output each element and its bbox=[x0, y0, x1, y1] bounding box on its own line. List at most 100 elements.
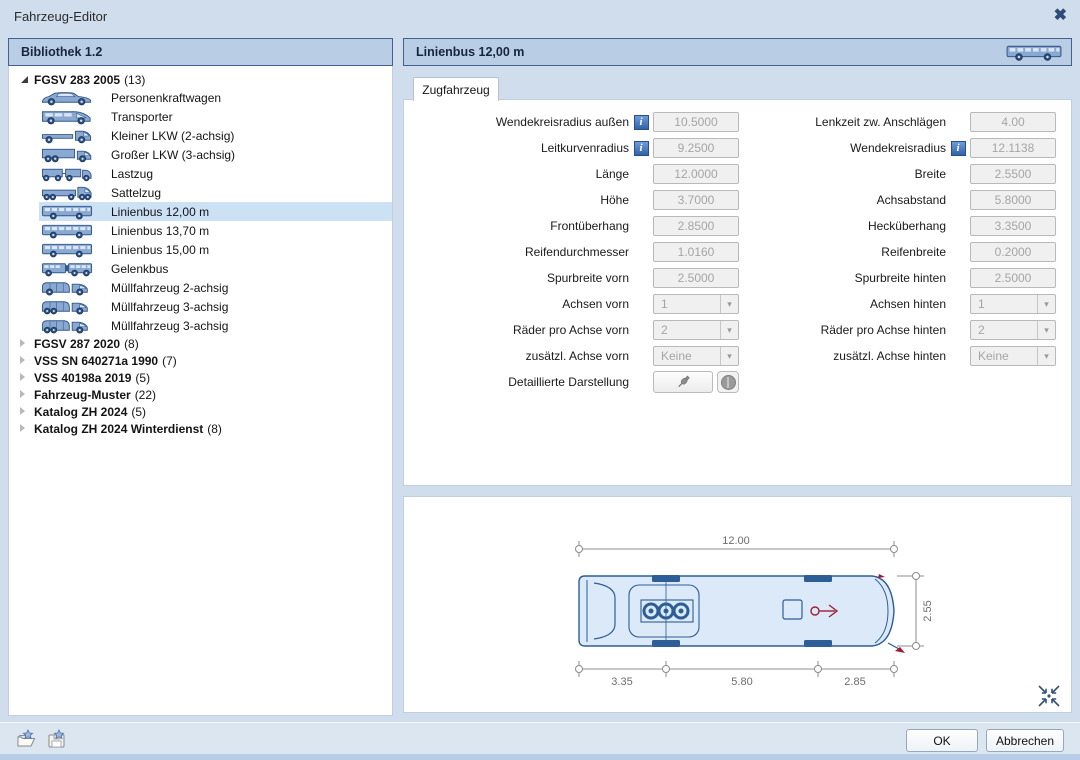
vehicle-label: Linienbus 12,00 m bbox=[111, 204, 210, 219]
category-count: (8) bbox=[124, 336, 139, 351]
field-label: Wendekreisradius bbox=[850, 141, 946, 155]
close-icon[interactable]: ✖ bbox=[1054, 7, 1067, 25]
expander-open-icon[interactable] bbox=[19, 75, 28, 84]
reifenbreite-input[interactable]: 0.2000 bbox=[970, 242, 1056, 262]
category-label: Fahrzeug-Muster bbox=[34, 387, 131, 402]
tree-category-vss-40198a[interactable]: VSS 40198a 2019 (5) bbox=[9, 369, 392, 386]
tree-item-muellfahrzeug-3b[interactable]: Müllfahrzeug 3-achsig bbox=[39, 316, 392, 335]
chevron-down-icon: ▾ bbox=[1037, 347, 1055, 365]
save-favorite-button[interactable] bbox=[45, 729, 69, 750]
form-row: Achsen hinten 1 ▾ bbox=[721, 293, 1056, 315]
tree-item-gelenkbus[interactable]: Gelenkbus bbox=[39, 259, 392, 278]
tree-item-lastzug[interactable]: Lastzug bbox=[39, 164, 392, 183]
tree-category-katalog-zh-2024[interactable]: Katalog ZH 2024 (5) bbox=[9, 403, 392, 420]
vehicle-label: Sattelzug bbox=[111, 185, 162, 200]
tree-category-katalog-zh-winterdienst[interactable]: Katalog ZH 2024 Winterdienst (8) bbox=[9, 420, 392, 437]
zusaetzl-achse-hinten-select[interactable]: Keine ▾ bbox=[970, 346, 1056, 366]
bus-icon bbox=[39, 241, 95, 258]
raeder-pro-achse-hinten-select[interactable]: 2 ▾ bbox=[970, 320, 1056, 340]
field-label: Leitkurvenradius bbox=[540, 141, 629, 155]
vehicle-tree: FGSV 283 2005 (13) Personenkraftwagen Tr… bbox=[9, 66, 392, 437]
expander-closed-icon[interactable] bbox=[19, 424, 28, 433]
vehicle-label: Müllfahrzeug 3-achsig bbox=[111, 299, 229, 314]
vehicle-form-panel: Wendekreisradius außen i 10.5000 Leitkur… bbox=[403, 99, 1072, 486]
info-icon[interactable]: i bbox=[950, 140, 966, 156]
tree-item-transporter[interactable]: Transporter bbox=[39, 107, 392, 126]
info-icon[interactable]: i bbox=[633, 140, 649, 156]
tree-item-muellfahrzeug-2[interactable]: Müllfahrzeug 2-achsig bbox=[39, 278, 392, 297]
vehicle-label: Gelenkbus bbox=[111, 261, 169, 276]
fit-to-view-icon[interactable] bbox=[1038, 685, 1060, 707]
ok-button[interactable]: OK bbox=[906, 729, 978, 752]
tree-item-personenkraftwagen[interactable]: Personenkraftwagen bbox=[39, 88, 392, 107]
field-label: Achsen vorn bbox=[562, 297, 629, 311]
open-library-button[interactable] bbox=[15, 729, 39, 750]
form-row: Achsabstand 5.8000 bbox=[721, 189, 1056, 211]
chevron-down-icon: ▾ bbox=[1037, 295, 1055, 313]
tree-category-fgsv-287-2020[interactable]: FGSV 287 2020 (8) bbox=[9, 335, 392, 352]
field-label: Achsen hinten bbox=[869, 297, 946, 311]
form-row: Frontüberhang 2.8500 bbox=[404, 215, 739, 237]
category-count: (7) bbox=[162, 353, 177, 368]
field-label: Spurbreite hinten bbox=[854, 271, 946, 285]
lenkzeit-input[interactable]: 4.00 bbox=[970, 112, 1056, 132]
info-icon[interactable]: i bbox=[633, 114, 649, 130]
expander-closed-icon[interactable] bbox=[19, 356, 28, 365]
truck-trailer-icon bbox=[39, 165, 95, 182]
library-header-label: Bibliothek 1.2 bbox=[21, 45, 103, 59]
expander-closed-icon[interactable] bbox=[19, 390, 28, 399]
tree-item-sattelzug[interactable]: Sattelzug bbox=[39, 183, 392, 202]
garbage-truck-icon bbox=[39, 279, 95, 296]
field-label: Räder pro Achse hinten bbox=[820, 323, 946, 337]
tree-category-fgsv-283-2005[interactable]: FGSV 283 2005 (13) bbox=[9, 71, 392, 88]
bus-top-view-diagram: 12.00 3.35 5.80 2.85 2.55 bbox=[575, 535, 1060, 707]
spurbreite-hinten-input[interactable]: 2.5000 bbox=[970, 268, 1056, 288]
dim-total-length: 12.00 bbox=[722, 535, 750, 547]
library-panel-header: Bibliothek 1.2 bbox=[8, 38, 393, 66]
toggle-off-icon bbox=[720, 374, 736, 390]
articulated-bus-icon bbox=[39, 260, 95, 277]
tree-item-linienbus-13-70[interactable]: Linienbus 13,70 m bbox=[39, 221, 392, 240]
select-value: Keine bbox=[978, 349, 1009, 363]
tree-item-linienbus-15[interactable]: Linienbus 15,00 m bbox=[39, 240, 392, 259]
category-count: (5) bbox=[131, 404, 147, 419]
bus-icon bbox=[39, 203, 95, 220]
vehicle-header-label: Linienbus 12,00 m bbox=[416, 45, 525, 59]
pick-detailed-display-button[interactable] bbox=[653, 371, 713, 393]
tree-category-vss-sn-640271a[interactable]: VSS SN 640271a 1990 (7) bbox=[9, 352, 392, 369]
footer-accent-strip bbox=[0, 754, 1080, 760]
tree-item-muellfahrzeug-3a[interactable]: Müllfahrzeug 3-achsig bbox=[39, 297, 392, 316]
field-label: zusätzl. Achse vorn bbox=[525, 349, 629, 363]
detailed-display-toggle-button[interactable] bbox=[717, 371, 739, 393]
tree-item-grosser-lkw[interactable]: Großer LKW (3-achsig) bbox=[39, 145, 392, 164]
achsen-hinten-select[interactable]: 1 ▾ bbox=[970, 294, 1056, 314]
achsabstand-input[interactable]: 5.8000 bbox=[970, 190, 1056, 210]
form-row: Höhe 3.7000 bbox=[404, 189, 739, 211]
tree-item-kleiner-lkw[interactable]: Kleiner LKW (2-achsig) bbox=[39, 126, 392, 145]
select-value: 2 bbox=[661, 323, 668, 337]
tab-zugfahrzeug[interactable]: Zugfahrzeug bbox=[413, 77, 499, 101]
large-truck-icon bbox=[39, 146, 95, 163]
field-label: Detaillierte Darstellung bbox=[508, 375, 629, 389]
tree-category-fahrzeug-muster[interactable]: Fahrzeug-Muster (22) bbox=[9, 386, 392, 403]
dim-wheelbase: 5.80 bbox=[731, 676, 752, 688]
field-label: zusätzl. Achse hinten bbox=[833, 349, 946, 363]
van-icon bbox=[39, 108, 95, 125]
bus-icon bbox=[39, 222, 95, 239]
expander-closed-icon[interactable] bbox=[19, 373, 28, 382]
wendekreisradius-input[interactable]: 12.1138 bbox=[970, 138, 1056, 158]
vehicle-label: Linienbus 13,70 m bbox=[111, 223, 210, 238]
form-row: Reifendurchmesser 1.0160 bbox=[404, 241, 739, 263]
small-truck-icon bbox=[39, 127, 95, 144]
expander-closed-icon[interactable] bbox=[19, 339, 28, 348]
expander-closed-icon[interactable] bbox=[19, 407, 28, 416]
tree-item-linienbus-12[interactable]: Linienbus 12,00 m bbox=[39, 202, 392, 221]
breite-input[interactable]: 2.5500 bbox=[970, 164, 1056, 184]
vehicle-diagram-panel: 12.00 3.35 5.80 2.85 2.55 bbox=[403, 496, 1072, 713]
field-label: Breite bbox=[914, 167, 946, 181]
cancel-button[interactable]: Abbrechen bbox=[986, 729, 1064, 752]
heckueberhang-input[interactable]: 3.3500 bbox=[970, 216, 1056, 236]
bus-icon bbox=[1005, 42, 1063, 62]
star-icon bbox=[22, 729, 34, 740]
category-count: (8) bbox=[207, 421, 222, 436]
